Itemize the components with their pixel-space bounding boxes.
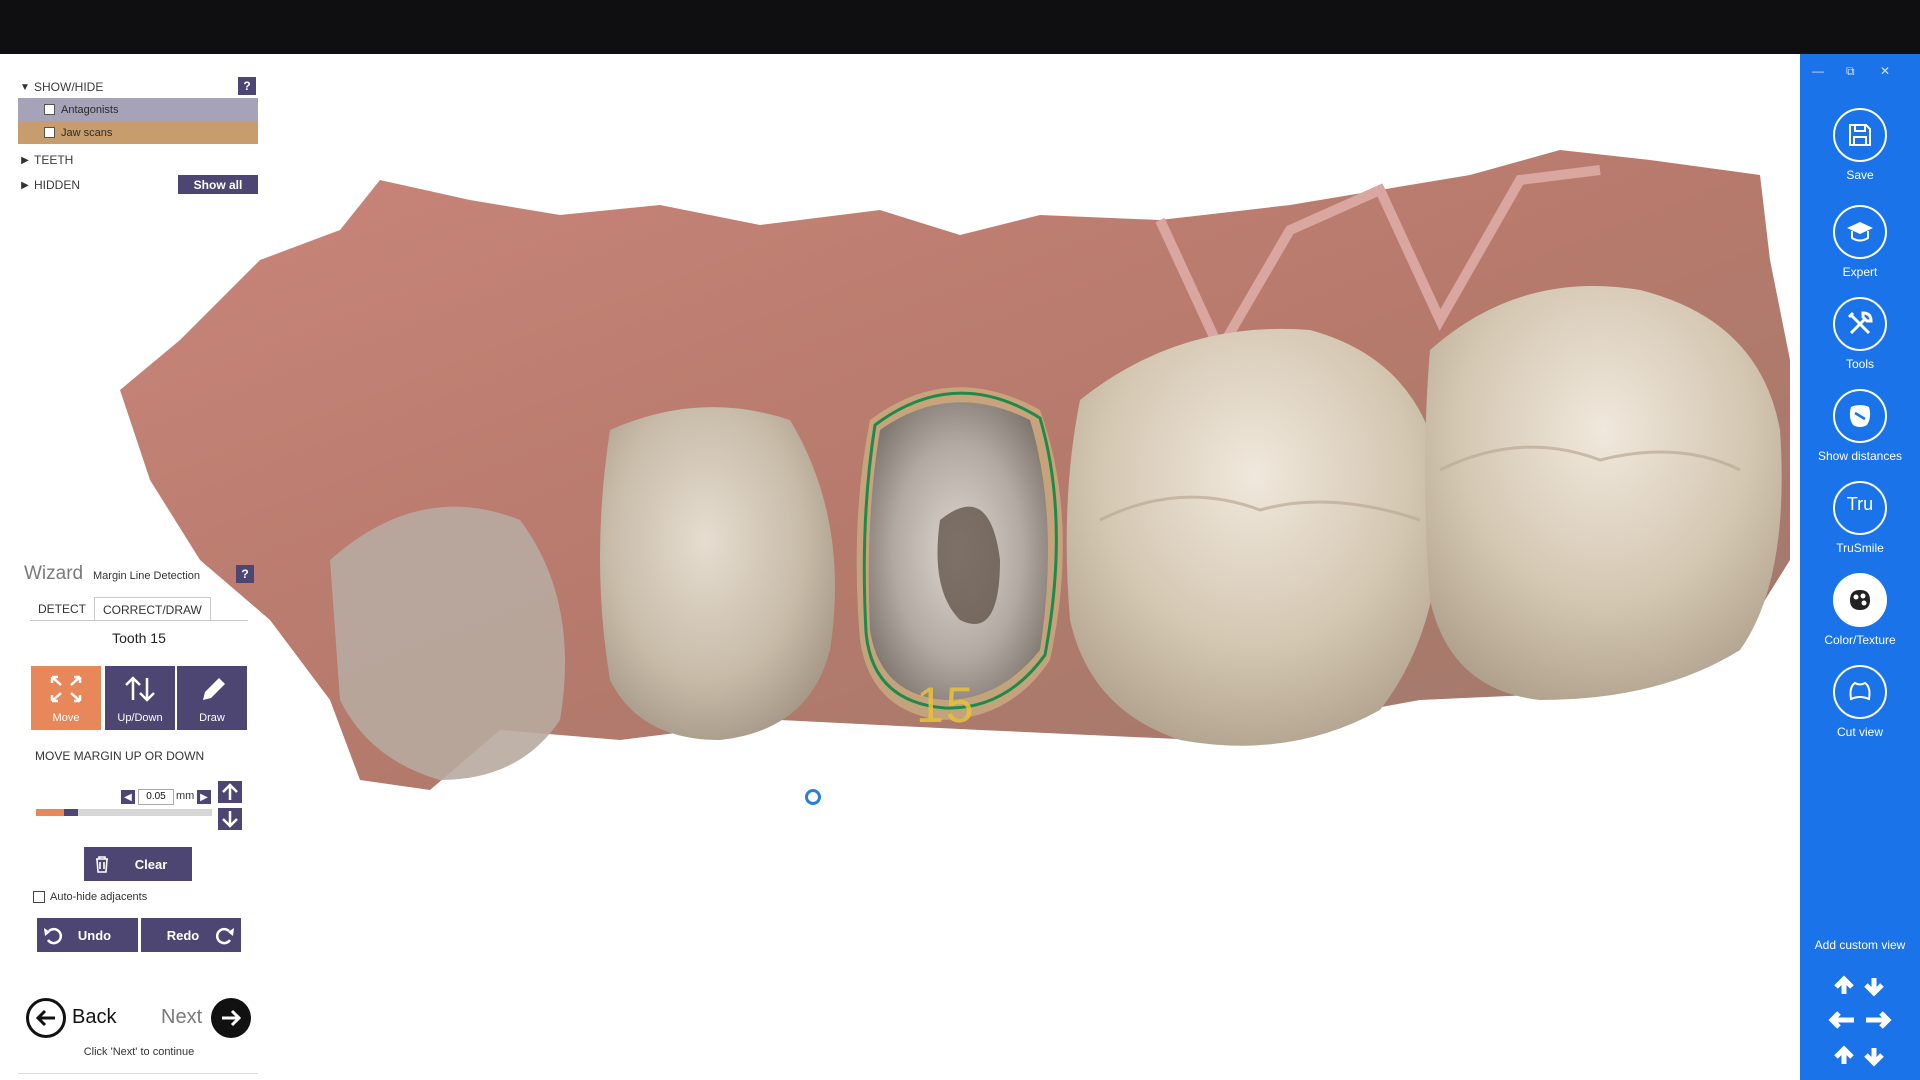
save-label: Save	[1846, 168, 1874, 182]
panel-bottom-divider	[18, 1073, 258, 1074]
auto-hide-adjacents-row[interactable]: Auto-hide adjacents	[33, 891, 147, 903]
tools-button[interactable]: Tools	[1800, 297, 1920, 371]
close-icon[interactable]: ✕	[1880, 64, 1890, 78]
next-button[interactable]	[211, 998, 251, 1038]
tab-detect[interactable]: DETECT	[30, 597, 94, 621]
next-hint: Click 'Next' to continue	[83, 1046, 195, 1058]
hidden-title: HIDDEN	[34, 178, 81, 192]
redo-label: Redo	[166, 927, 200, 943]
auto-hide-checkbox[interactable]	[33, 891, 45, 903]
clear-label: Clear	[134, 856, 168, 872]
step-decrease-button[interactable]: ◀	[121, 790, 135, 804]
antagonists-checkbox[interactable]	[44, 104, 55, 115]
arrow-left-icon	[35, 1009, 55, 1027]
wizard-help-button[interactable]: ?	[236, 565, 254, 583]
arrow-right-icon	[222, 1009, 242, 1027]
pencil-icon	[203, 678, 225, 700]
show-hide-header[interactable]: ▼ SHOW/HIDE	[18, 76, 258, 98]
trusmile-label: TruSmile	[1836, 541, 1884, 555]
mouse-cursor	[805, 789, 821, 805]
show-distances-icon	[1833, 389, 1887, 443]
show-distances-button[interactable]: Show distances	[1800, 389, 1920, 463]
chevron-right-icon: ▶	[21, 154, 29, 166]
teeth-title: TEETH	[34, 153, 74, 167]
save-button[interactable]: Save	[1800, 108, 1920, 182]
redo-button[interactable]: Redo	[141, 918, 241, 952]
up-down-tool-label: Up/Down	[117, 712, 163, 724]
wizard-tabs: DETECT CORRECT/DRAW	[30, 597, 211, 621]
chevron-right-icon: ▶	[21, 179, 29, 191]
back-button[interactable]	[26, 998, 66, 1038]
auto-hide-label: Auto-hide adjacents	[50, 891, 148, 903]
cut-view-icon	[1833, 665, 1887, 719]
minimize-icon[interactable]: —	[1812, 64, 1824, 78]
add-custom-view-label[interactable]: Add custom view	[1800, 938, 1920, 952]
right-sidebar: — ⧉ ✕ Save Expert Tools Show distances T…	[1800, 54, 1920, 1080]
arrow-down-icon	[222, 811, 238, 828]
antagonists-label: Antagonists	[61, 103, 119, 116]
tools-icon	[1833, 297, 1887, 351]
show-hide-title: SHOW/HIDE	[34, 80, 104, 94]
move-icon	[50, 675, 82, 703]
expert-label: Expert	[1842, 265, 1878, 279]
tooth-label: Tooth 15	[112, 630, 166, 646]
save-icon	[1833, 108, 1887, 162]
undo-icon	[44, 927, 63, 945]
cut-view-label: Cut view	[1836, 725, 1883, 739]
expert-button[interactable]: Expert	[1800, 205, 1920, 279]
show-all-button[interactable]: Show all	[178, 175, 258, 194]
teeth-header[interactable]: ▶ TEETH	[18, 149, 258, 171]
step-increase-button[interactable]: ▶	[197, 790, 211, 804]
draw-tool-label: Draw	[199, 712, 225, 724]
tab-divider	[30, 620, 248, 621]
margin-up-button[interactable]	[218, 781, 242, 803]
view-orientation-arrows-icon[interactable]	[1828, 972, 1892, 1072]
clear-button[interactable]: Clear	[84, 847, 192, 881]
move-margin-label: MOVE MARGIN UP OR DOWN	[35, 749, 205, 763]
undo-button[interactable]: Undo	[37, 918, 138, 952]
margin-down-button[interactable]	[218, 808, 242, 830]
next-label[interactable]: Next	[161, 1006, 202, 1029]
redo-icon	[215, 927, 234, 945]
title-bar	[0, 0, 1920, 54]
antagonists-row[interactable]: Antagonists	[18, 98, 258, 121]
chevron-down-icon: ▼	[20, 81, 30, 93]
up-down-icon	[125, 676, 155, 702]
tooth-number-label: 15	[916, 677, 976, 733]
trash-icon	[96, 856, 108, 873]
cut-view-button[interactable]: Cut view	[1800, 665, 1920, 739]
up-down-tool-button[interactable]: Up/Down	[105, 666, 175, 730]
jaw-scans-label: Jaw scans	[61, 126, 113, 139]
trusmile-button[interactable]: Tru TruSmile	[1800, 481, 1920, 555]
back-label[interactable]: Back	[72, 1006, 116, 1029]
slider-thumb[interactable]	[64, 809, 79, 816]
move-tool-label: Move	[52, 712, 80, 724]
step-value-input[interactable]: 0.05	[138, 789, 174, 805]
jaw-scan-model[interactable]	[0, 54, 1800, 1080]
palette-icon	[1833, 573, 1887, 627]
tab-correct-draw[interactable]: CORRECT/DRAW	[94, 597, 211, 621]
show-hide-help-button[interactable]: ?	[238, 77, 256, 95]
graduation-cap-icon	[1833, 205, 1887, 259]
restore-icon[interactable]: ⧉	[1846, 64, 1855, 79]
color-texture-label: Color/Texture	[1824, 633, 1896, 647]
wizard-subtitle: Margin Line Detection	[93, 570, 201, 582]
arrow-up-icon	[222, 783, 238, 800]
step-unit-label: mm	[176, 790, 195, 802]
3d-viewport[interactable]: 15	[0, 54, 1800, 1080]
trusmile-glyph: Tru	[1846, 493, 1874, 514]
trusmile-icon: Tru	[1833, 481, 1887, 535]
jaw-scans-checkbox[interactable]	[44, 127, 55, 138]
show-distances-label: Show distances	[1817, 449, 1903, 463]
color-texture-button[interactable]: Color/Texture	[1800, 573, 1920, 647]
undo-label: Undo	[77, 927, 112, 943]
move-tool-button[interactable]: Move	[31, 666, 101, 730]
tools-label: Tools	[1845, 357, 1874, 371]
jaw-scans-row[interactable]: Jaw scans	[18, 121, 258, 144]
draw-tool-button[interactable]: Draw	[177, 666, 247, 730]
wizard-title: Wizard	[24, 563, 84, 584]
margin-step-slider[interactable]	[36, 809, 212, 816]
